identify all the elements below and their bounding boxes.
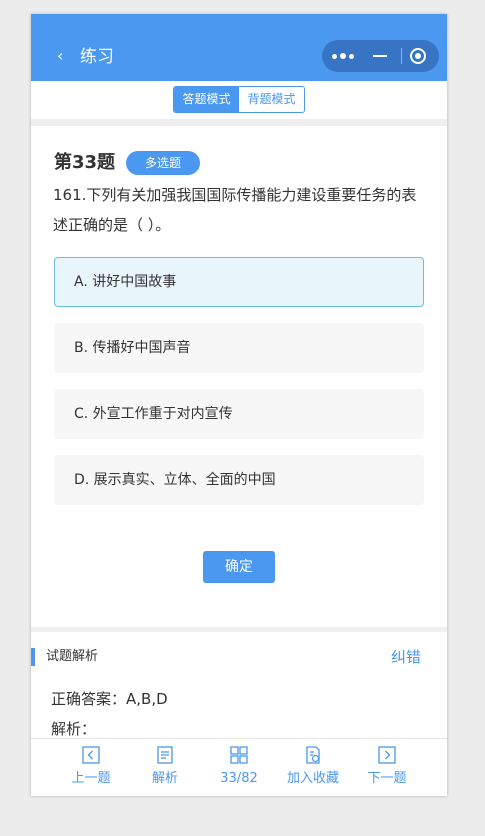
bottom-toolbar: 上一题 解析 33/82 加入收藏 下一题: [31, 738, 447, 796]
title-bar: ‹ 练习: [31, 14, 447, 81]
add-favorite-button[interactable]: 加入收藏: [273, 745, 353, 791]
section-accent-bar: [31, 648, 35, 666]
report-error-link[interactable]: 纠错: [391, 647, 421, 667]
option-a[interactable]: A. 讲好中国故事: [54, 257, 424, 307]
phone-screen: ‹ 练习 答题模式 背题模式 第33题 多选题 161.下列有关加强我国国际传播…: [31, 14, 447, 796]
progress-label: 33/82: [220, 771, 258, 786]
favorite-doc-icon: [306, 746, 320, 764]
mode-switch: 答题模式 背题模式: [173, 86, 305, 113]
section-divider: [31, 119, 447, 126]
question-number: 第33题: [54, 152, 116, 173]
analysis-button[interactable]: 解析: [125, 745, 205, 791]
more-icon[interactable]: [332, 48, 358, 64]
next-question-button[interactable]: 下一题: [347, 745, 427, 791]
chevron-left-icon[interactable]: ‹: [57, 48, 63, 64]
analysis-section-title: 试题解析: [46, 649, 99, 664]
tab-answer-mode[interactable]: 答题模式: [174, 87, 239, 112]
question-text: 161.下列有关加强我国国际传播能力建设重要任务的表述正确的是（ ）。: [53, 186, 417, 234]
capsule-divider: [401, 48, 402, 64]
add-favorite-label: 加入收藏: [286, 771, 339, 786]
section-divider: [31, 627, 447, 632]
next-question-label: 下一题: [367, 771, 407, 786]
question-type-badge: 多选题: [126, 151, 200, 175]
chevron-right-box-icon: [378, 746, 396, 764]
progress-grid-button[interactable]: 33/82: [199, 745, 279, 791]
document-icon: [157, 746, 173, 764]
analysis-label: 解析：: [51, 720, 97, 738]
prev-question-label: 上一题: [71, 771, 111, 786]
option-c[interactable]: C. 外宣工作重于对内宣传: [54, 389, 424, 439]
tab-recite-mode[interactable]: 背题模式: [239, 87, 304, 112]
option-b[interactable]: B. 传播好中国声音: [54, 323, 424, 373]
option-d[interactable]: D. 展示真实、立体、全面的中国: [54, 455, 424, 505]
minimize-icon[interactable]: [373, 55, 387, 57]
correct-answer: 正确答案：A,B,D: [51, 690, 168, 708]
prev-question-button[interactable]: 上一题: [51, 745, 131, 791]
confirm-button[interactable]: 确定: [203, 551, 275, 583]
analysis-label: 解析: [151, 771, 178, 786]
grid-icon: [230, 746, 248, 764]
mini-program-capsule: [322, 40, 439, 72]
close-icon[interactable]: [410, 48, 426, 64]
page-title: 练习: [80, 47, 114, 67]
chevron-left-box-icon: [82, 746, 100, 764]
